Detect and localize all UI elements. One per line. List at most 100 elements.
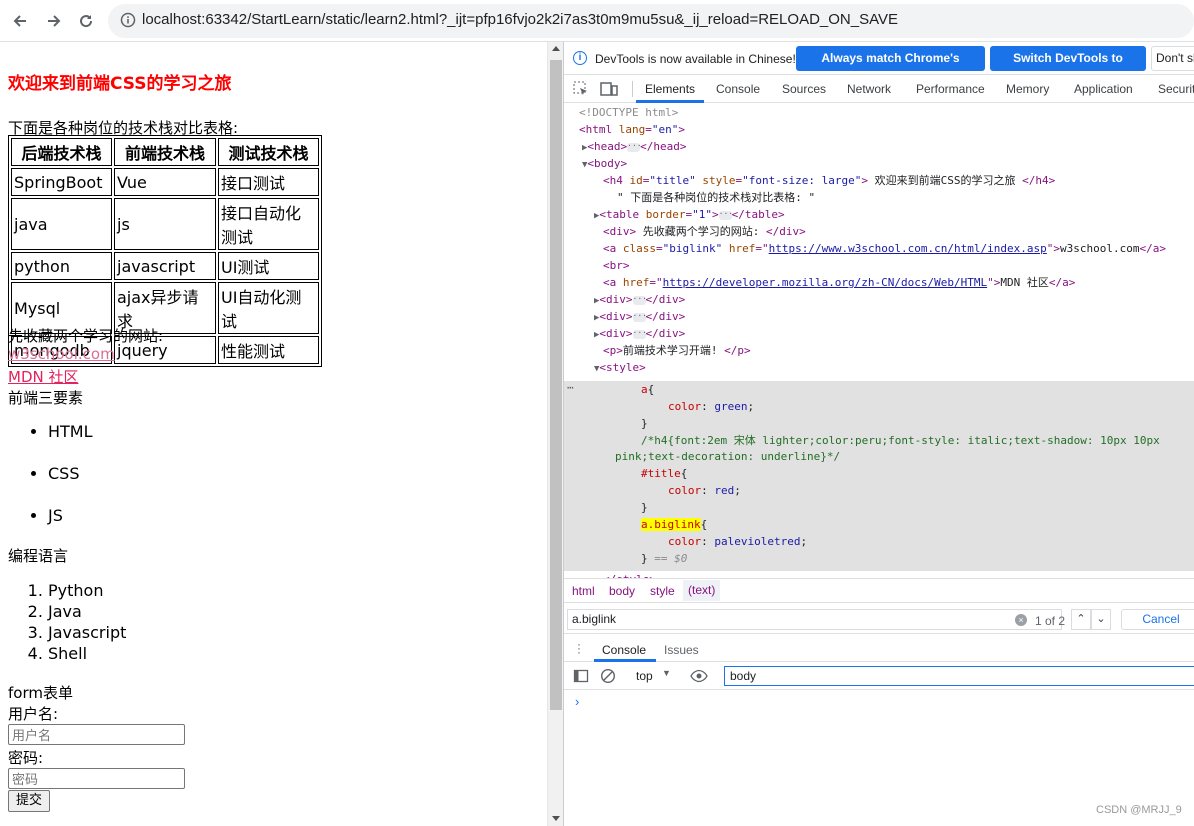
css-line: color: red; — [668, 484, 741, 497]
table-cell: 性能测试 — [218, 336, 319, 364]
table-cell: java — [11, 198, 112, 250]
tab-security[interactable]: Securit — [1158, 82, 1194, 96]
console-prompt-icon[interactable]: › — [575, 694, 579, 709]
doctype-node: <!DOCTYPE html> — [579, 106, 679, 119]
match-language-button[interactable]: Always match Chrome's language — [796, 46, 985, 90]
table-header: 测试技术栈 — [218, 138, 319, 166]
p-node[interactable]: <p>前端技术学习开端! </p> — [603, 342, 751, 359]
ellipsis-icon[interactable]: ··· — [627, 141, 642, 152]
div-node[interactable]: ▶<div>···</div> — [594, 308, 685, 325]
table-cell: 接口测试 — [218, 168, 319, 196]
forward-button[interactable] — [42, 9, 66, 33]
devtools-tabs: Elements Console Sources Network Perform… — [564, 75, 1194, 103]
cancel-search-button[interactable]: Cancel — [1121, 609, 1194, 630]
list-item: Javascript — [48, 623, 126, 644]
arrow-right-icon — [48, 15, 61, 27]
a-node[interactable]: <a href="https://developer.mozilla.org/z… — [603, 274, 1075, 291]
table-row: python javascript UI测试 — [11, 252, 319, 280]
ellipsis-icon[interactable]: ⋯ — [567, 379, 574, 396]
style-text-node[interactable]: ⋯ a{ color: green; } /*h4{font:2em 宋体 li… — [564, 381, 1194, 571]
table-cell: javascript — [114, 252, 216, 280]
div-node[interactable]: ▶<div>···</div> — [594, 325, 685, 342]
username-input[interactable]: 用户名 — [8, 724, 185, 745]
table-node[interactable]: ▶<table border="1">···</table> — [594, 206, 785, 223]
tab-sources[interactable]: Sources — [782, 82, 826, 96]
ellipsis-icon[interactable]: ··· — [632, 328, 647, 339]
back-button[interactable] — [8, 9, 32, 33]
device-toolbar-icon[interactable] — [600, 80, 618, 98]
breadcrumb: html body style (text) — [564, 578, 1194, 603]
tab-elements[interactable]: Elements — [645, 82, 695, 96]
drawer-tab-issues[interactable]: Issues — [664, 643, 699, 657]
info-icon — [120, 12, 136, 28]
css-line: color: green; — [668, 400, 755, 413]
crumb-text[interactable]: (text) — [683, 580, 721, 601]
active-tab-indicator — [636, 100, 704, 103]
crumb-body[interactable]: body — [609, 584, 635, 598]
table-cell: SpringBoot — [11, 168, 112, 196]
clear-search-icon[interactable]: × — [1015, 614, 1027, 626]
form-title: form表单 — [8, 684, 73, 702]
style-close-node[interactable]: </style> — [603, 571, 656, 578]
crumb-html[interactable]: html — [572, 584, 595, 598]
head-node[interactable]: ▶<head>···</head> — [582, 138, 687, 155]
dont-show-button[interactable]: Don't sh — [1151, 46, 1194, 71]
table-cell: UI测试 — [218, 252, 319, 280]
inspect-element-icon[interactable] — [572, 80, 590, 98]
reload-button[interactable] — [74, 9, 98, 33]
a-biglink-node[interactable]: <a class="biglink" href="https://www.w3s… — [603, 240, 1166, 257]
context-selector[interactable]: top — [636, 669, 653, 683]
list-item: HTML — [48, 422, 93, 464]
tab-memory[interactable]: Memory — [1006, 82, 1049, 96]
body-node[interactable]: ▼<body> — [582, 155, 627, 172]
ellipsis-icon[interactable]: ··· — [718, 209, 733, 220]
mdn-link[interactable]: MDN 社区 — [8, 366, 78, 387]
scroll-up-arrow-icon[interactable] — [552, 46, 560, 51]
style-node[interactable]: ▼<style> — [594, 359, 646, 376]
reload-icon — [80, 15, 93, 28]
ellipsis-icon[interactable]: ··· — [632, 294, 647, 305]
scroll-down-arrow-icon[interactable] — [552, 816, 560, 821]
crumb-style[interactable]: style — [650, 584, 675, 598]
address-bar[interactable]: localhost:63342/StartLearn/static/learn2… — [108, 4, 1194, 38]
page-title: 欢迎来到前端CSS的学习之旅 — [8, 74, 232, 94]
next-match-button[interactable]: ⌄ — [1091, 609, 1111, 630]
info-icon: i — [573, 51, 587, 65]
css-line: } — [641, 501, 648, 514]
three-elements-title: 前端三要素 — [8, 389, 84, 407]
table-row: java js 接口自动化测试 — [11, 198, 319, 250]
eye-icon[interactable] — [690, 668, 708, 684]
sidebar-toggle-icon[interactable] — [573, 668, 589, 684]
dropdown-arrow-icon[interactable]: ▼ — [662, 668, 671, 678]
more-options-icon[interactable]: · · · — [577, 638, 581, 658]
tab-console[interactable]: Console — [716, 82, 760, 96]
tab-network[interactable]: Network — [847, 82, 891, 96]
div-node[interactable]: <div> 先收藏两个学习的网站: </div> — [603, 223, 806, 240]
password-input[interactable]: 密码 — [8, 768, 185, 789]
languages-list: Python Java Javascript Shell — [48, 581, 126, 665]
drawer-tab-console[interactable]: Console — [602, 643, 646, 657]
scrollbar-thumb[interactable] — [550, 60, 562, 710]
div-node[interactable]: ▶<div>···</div> — [594, 291, 685, 308]
dom-search-input[interactable]: a.biglink — [567, 609, 1062, 630]
ellipsis-icon[interactable]: ··· — [632, 311, 647, 322]
previous-match-button[interactable]: ⌃ — [1071, 609, 1091, 630]
css-line: a{ — [641, 383, 655, 396]
css-line: #title{ — [641, 467, 688, 480]
h4-node[interactable]: <h4 id="title" style="font-size: large">… — [603, 172, 1055, 189]
tab-performance[interactable]: Performance — [916, 82, 985, 96]
w3school-link[interactable]: w3school.com — [8, 345, 115, 363]
language-infobar: i DevTools is now available in Chinese! … — [564, 42, 1194, 90]
page-scrollbar[interactable] — [547, 42, 563, 826]
text-node[interactable]: " 下面是各种岗位的技术栈对比表格: " — [617, 189, 815, 206]
tab-separator — [632, 81, 633, 97]
submit-button[interactable]: 提交 — [8, 790, 50, 812]
tab-application[interactable]: Application — [1074, 82, 1133, 96]
switch-language-button[interactable]: Switch DevTools to Chinese — [990, 46, 1146, 90]
html-node[interactable]: <html lang="en"> — [579, 121, 685, 138]
console-toolbar: top ▼ body — [564, 662, 1194, 690]
clear-console-icon[interactable] — [600, 668, 616, 684]
console-filter-input[interactable]: body — [724, 666, 1194, 686]
br-node[interactable]: <br> — [603, 257, 630, 274]
chevron-up-icon: ⌃ — [1076, 613, 1086, 625]
